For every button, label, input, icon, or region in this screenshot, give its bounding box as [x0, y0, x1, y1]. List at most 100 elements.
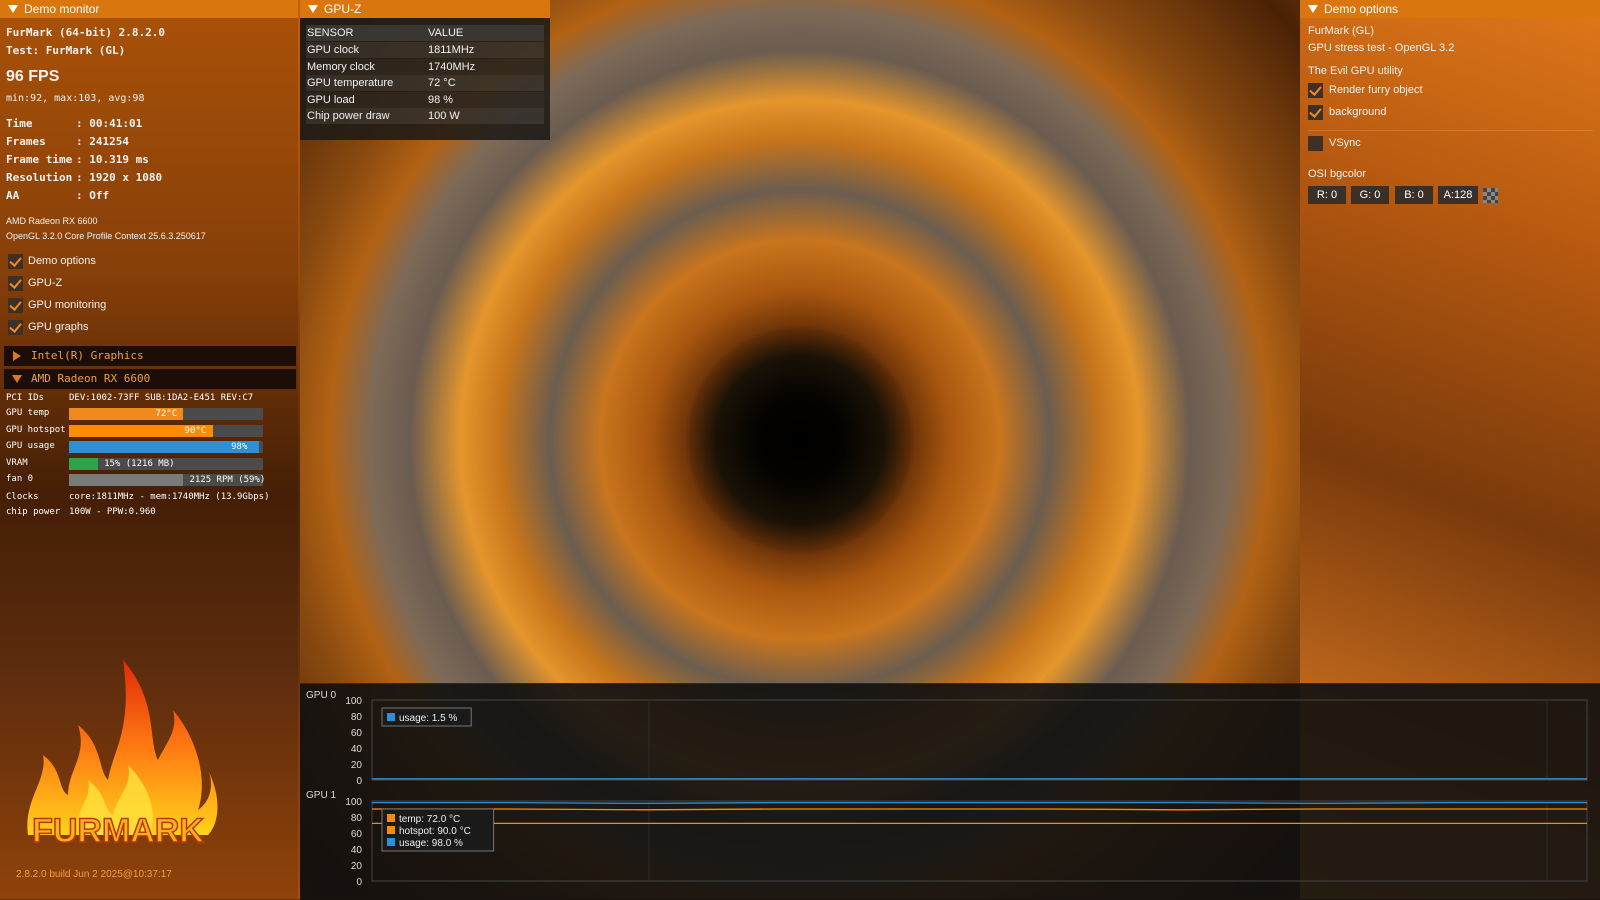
toggle-checkbox[interactable] — [8, 254, 23, 269]
gpuz-sensor: Memory clock — [307, 60, 375, 73]
graph-tick-label: 100 — [345, 696, 362, 707]
demo-subtitle: GPU stress test - OpenGL 3.2 — [1308, 42, 1455, 54]
gl-context: OpenGL 3.2.0 Core Profile Context 25.6.3… — [6, 231, 206, 241]
expand-arrow-icon — [13, 351, 21, 361]
monitor-label: fan 0 — [6, 474, 34, 484]
collapse-arrow-icon[interactable] — [308, 5, 318, 13]
divider — [1308, 130, 1593, 131]
monitor-bar: 98% — [69, 441, 263, 453]
stat-value: : 241254 — [76, 135, 129, 148]
gpuz-title: GPU-Z — [324, 2, 362, 16]
color-a-input[interactable]: A:128 — [1438, 186, 1478, 204]
gpuz-row: Chip power draw 100 W — [306, 108, 544, 124]
monitor-bar-text: 72°C — [155, 409, 178, 419]
graph-tick-label: 20 — [351, 760, 363, 771]
collapse-arrow-icon[interactable] — [8, 5, 18, 13]
color-r-input[interactable]: R: 0 — [1308, 186, 1346, 204]
color-swatch[interactable] — [1483, 188, 1498, 203]
stat-label: Frames — [6, 135, 46, 148]
gpu-graphs-svg: GPU 0 100 80 60 40 20 0 usage: 1.5 % GPU 1 100 80 6… — [306, 690, 1588, 888]
color-b-input[interactable]: B: 0 — [1395, 186, 1433, 204]
toggle-checkbox[interactable] — [8, 298, 23, 313]
monitor-label: GPU hotspot — [6, 424, 66, 435]
render-furry-label: Render furry object — [1329, 84, 1423, 96]
legend-swatch — [387, 838, 395, 846]
background-checkbox[interactable] — [1308, 105, 1323, 120]
legend-label: temp: 72.0 °C — [399, 814, 460, 825]
toggle-checkbox[interactable] — [8, 276, 23, 291]
gpuz-value: 72 °C — [428, 77, 456, 89]
vsync-checkbox[interactable] — [1308, 136, 1323, 151]
graph-tick-label: 0 — [356, 776, 362, 787]
monitor-label: GPU usage — [6, 441, 55, 451]
clocks-label: Clocks — [6, 492, 39, 502]
gpu-name: AMD Radeon RX 6600 — [6, 216, 98, 226]
monitor-bar-text: 98% — [231, 442, 248, 452]
legend-swatch — [387, 814, 395, 822]
gpuz-value: 98 % — [428, 93, 454, 106]
monitor-bar-text: 2125 RPM (59%) — [189, 475, 266, 485]
graph-tick-label: 40 — [351, 744, 363, 755]
color-g-input[interactable]: G: 0 — [1351, 186, 1389, 204]
toggle-checkbox[interactable] — [8, 320, 23, 335]
demo-options-header[interactable]: Demo options — [1300, 0, 1600, 18]
stat-label: Frame time — [6, 153, 73, 166]
build-info: 2.8.2.0 build Jun 2 2025@10:37:17 — [16, 869, 172, 880]
logo-text: FURMARK — [32, 812, 204, 850]
tree-item-intel[interactable]: Intel(R) Graphics — [4, 346, 296, 366]
toggle-label: Demo options — [28, 255, 96, 267]
gpuz-header[interactable]: GPU-Z — [300, 0, 550, 18]
stat-value: : 10.319 ms — [76, 153, 149, 166]
vsync-label: VSync — [1329, 137, 1361, 149]
graph-series-line — [372, 808, 1587, 811]
monitor-bar: 2125 RPM (59%) — [69, 474, 266, 486]
gpuz-table-header: SENSOR VALUE — [306, 25, 544, 41]
legend-label: usage: 98.0 % — [399, 838, 463, 849]
gpuz-sensor: GPU temperature — [307, 77, 394, 89]
monitor-bar-text: 90°C — [184, 425, 207, 436]
graph-tick-label: 80 — [351, 813, 363, 824]
graph-frame — [371, 800, 1588, 882]
monitor-label: GPU temp — [6, 408, 50, 418]
pci-value: DEV:1002-73FF SUB:1DA2-E451 REV:C7 — [69, 393, 254, 403]
power-value: 100W - PPW:0.960 — [69, 507, 156, 517]
graph-tick-label: 60 — [351, 728, 363, 739]
gpuz-row: GPU temperature 72 °C — [306, 75, 544, 91]
legend-label: usage: 1.5 % — [399, 713, 457, 724]
collapse-arrow-icon[interactable] — [1308, 5, 1318, 13]
graph-frame — [371, 699, 1588, 781]
gpuz-sensor: GPU load — [307, 93, 355, 106]
toggle-label: GPU graphs — [28, 321, 89, 333]
gpuz-row: GPU load 98 % — [306, 92, 544, 108]
gpuz-value: 100 W — [428, 110, 460, 122]
legend-swatch — [387, 713, 395, 721]
utility-label: The Evil GPU utility — [1308, 65, 1403, 77]
stat-value: : 1920 x 1080 — [76, 171, 163, 184]
stat-value: : 00:41:01 — [76, 117, 143, 130]
gpuz-value: 1740MHz — [428, 60, 476, 73]
monitor-label: VRAM — [6, 457, 28, 468]
graph-tick-label: 60 — [351, 829, 363, 840]
legend-label: hotspot: 90.0 °C — [399, 826, 471, 837]
render-furry-checkbox[interactable] — [1308, 83, 1323, 98]
gpuz-value: 1811MHz — [428, 44, 475, 56]
graph-series-line — [372, 801, 1587, 805]
clocks-value: core:1811MHz - mem:1740MHz (13.9Gbps) — [69, 492, 270, 502]
stat-label: AA — [6, 189, 20, 202]
demo-title: FurMark (GL) — [1308, 25, 1374, 37]
graph-tick-label: 0 — [356, 877, 362, 888]
demo-monitor-title: Demo monitor — [24, 2, 100, 16]
osi-bgcolor-label: OSI bgcolor — [1308, 168, 1367, 180]
tree-item-amd[interactable]: AMD Radeon RX 6600 — [4, 369, 296, 389]
monitor-bar: 90°C — [69, 424, 263, 437]
tree-item-amd-label: AMD Radeon RX 6600 — [31, 372, 151, 385]
toggle-label: GPU monitoring — [28, 299, 107, 311]
graph-tick-label: 40 — [351, 845, 363, 856]
monitor-bar: 15% (1216 MB) — [69, 457, 263, 470]
monitor-bar-text: 15% (1216 MB) — [104, 458, 175, 469]
demo-monitor-header[interactable]: Demo monitor — [0, 0, 298, 18]
stat-label: Time — [6, 117, 33, 130]
demo-options-title: Demo options — [1324, 2, 1399, 16]
graph-tick-label: 100 — [345, 797, 362, 808]
graph-title: GPU 1 — [306, 790, 336, 801]
